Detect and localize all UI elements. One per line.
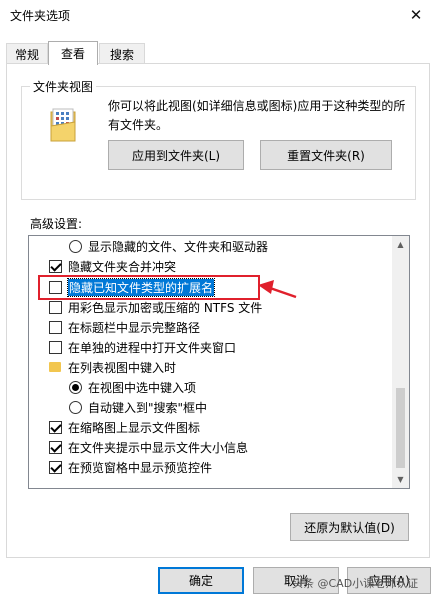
- list-item-label: 自动键入到"搜索"框中: [88, 400, 208, 415]
- list-item-label: 在单独的进程中打开文件夹窗口: [68, 340, 237, 355]
- checkbox-size-info[interactable]: [49, 440, 62, 454]
- reset-folders-label: 重置文件夹(R): [287, 148, 365, 163]
- list-item-type-into-search[interactable]: 自动键入到"搜索"框中: [69, 397, 207, 417]
- cancel-label: 取消: [283, 574, 308, 588]
- reset-folders-button[interactable]: 重置文件夹(R): [260, 140, 392, 170]
- ok-label: 确定: [188, 574, 213, 588]
- tab-view[interactable]: 查看: [48, 41, 98, 65]
- tab-general[interactable]: 常规: [6, 43, 48, 64]
- list-item-label: 显示隐藏的文件、文件夹和驱动器: [88, 239, 269, 254]
- scrollbar-thumb[interactable]: [396, 388, 405, 468]
- tab-search-label: 搜索: [109, 47, 134, 62]
- window-title: 文件夹选项: [10, 9, 71, 23]
- list-item-label: 隐藏已知文件类型的扩展名: [66, 277, 216, 297]
- checkbox-separate-process[interactable]: [49, 340, 62, 354]
- list-item-label: 隐藏文件夹合并冲突: [68, 259, 177, 274]
- list-item-select-typed[interactable]: 在视图中选中键入项: [69, 377, 196, 397]
- checkbox-hide-extensions[interactable]: [49, 280, 62, 294]
- folder-icon: [49, 362, 61, 372]
- list-item-color-ntfs[interactable]: 用彩色显示加密或压缩的 NTFS 文件: [49, 297, 262, 317]
- checkbox-hide-merge-conflicts[interactable]: [49, 259, 62, 273]
- list-item-thumbnail-icons[interactable]: 在缩略图上显示文件图标: [49, 417, 200, 437]
- list-item-show-hidden[interactable]: 显示隐藏的文件、文件夹和驱动器: [69, 236, 268, 256]
- checkbox-full-path[interactable]: [49, 320, 62, 334]
- list-item-typing-group: 在列表视图中键入时: [49, 357, 176, 377]
- tab-view-label: 查看: [60, 47, 85, 61]
- close-button[interactable]: ✕: [393, 0, 439, 30]
- radio-type-into-search[interactable]: [69, 400, 82, 414]
- restore-defaults-label: 还原为默认值(D): [304, 520, 395, 535]
- list-item-label: 在列表视图中键入时: [68, 360, 177, 375]
- apply-to-folders-button[interactable]: 应用到文件夹(L): [108, 140, 244, 170]
- advanced-settings-list[interactable]: 显示隐藏的文件、文件夹和驱动器 隐藏文件夹合并冲突 隐藏已知文件类型的扩展名 用…: [28, 235, 410, 489]
- scroll-down-arrow-icon[interactable]: ▼: [392, 471, 409, 488]
- tab-search[interactable]: 搜索: [99, 43, 145, 64]
- vertical-scrollbar[interactable]: ▲ ▼: [392, 236, 409, 488]
- checkbox-thumbnail-icons[interactable]: [49, 420, 62, 434]
- list-item-separate-process[interactable]: 在单独的进程中打开文件夹窗口: [49, 337, 236, 357]
- radio-show-hidden[interactable]: [69, 239, 82, 253]
- list-item-hide-merge-conflicts[interactable]: 隐藏文件夹合并冲突: [49, 256, 176, 276]
- title-bar: 文件夹选项 ✕: [0, 0, 439, 30]
- checkbox-color-ntfs[interactable]: [49, 300, 62, 314]
- cancel-button[interactable]: 取消: [253, 567, 339, 594]
- list-item-preview-handlers[interactable]: 在预览窗格中显示预览控件: [49, 457, 212, 477]
- list-item-label: 在视图中选中键入项: [88, 380, 197, 395]
- apply-button[interactable]: 应用(A): [347, 567, 431, 594]
- restore-defaults-button[interactable]: 还原为默认值(D): [290, 513, 409, 541]
- folder-views-legend: 文件夹视图: [30, 78, 97, 95]
- scroll-up-arrow-icon[interactable]: ▲: [392, 236, 409, 253]
- list-item-full-path[interactable]: 在标题栏中显示完整路径: [49, 317, 200, 337]
- list-item-label: 用彩色显示加密或压缩的 NTFS 文件: [68, 300, 263, 315]
- checkbox-preview-handlers[interactable]: [49, 460, 62, 474]
- list-item-hide-extensions[interactable]: 隐藏已知文件类型的扩展名: [49, 277, 216, 297]
- apply-label: 应用(A): [368, 574, 410, 588]
- tab-general-label: 常规: [14, 47, 39, 62]
- folder-views-description: 你可以将此视图(如详细信息或图标)应用于这种类型的所有文件夹。: [108, 99, 406, 132]
- list-item-size-info[interactable]: 在文件夹提示中显示文件大小信息: [49, 437, 248, 457]
- list-item-label: 在缩略图上显示文件图标: [68, 420, 201, 435]
- close-icon: ✕: [409, 6, 423, 24]
- radio-select-typed[interactable]: [69, 380, 82, 394]
- list-item-label: 在文件夹提示中显示文件大小信息: [68, 440, 249, 455]
- ok-button[interactable]: 确定: [158, 567, 244, 594]
- folder-view-icon: [50, 108, 76, 142]
- apply-to-folders-label: 应用到文件夹(L): [131, 148, 221, 163]
- list-item-label: 在预览窗格中显示预览控件: [68, 460, 213, 475]
- advanced-settings-label: 高级设置:: [30, 217, 83, 231]
- list-item-label: 在标题栏中显示完整路径: [68, 320, 201, 335]
